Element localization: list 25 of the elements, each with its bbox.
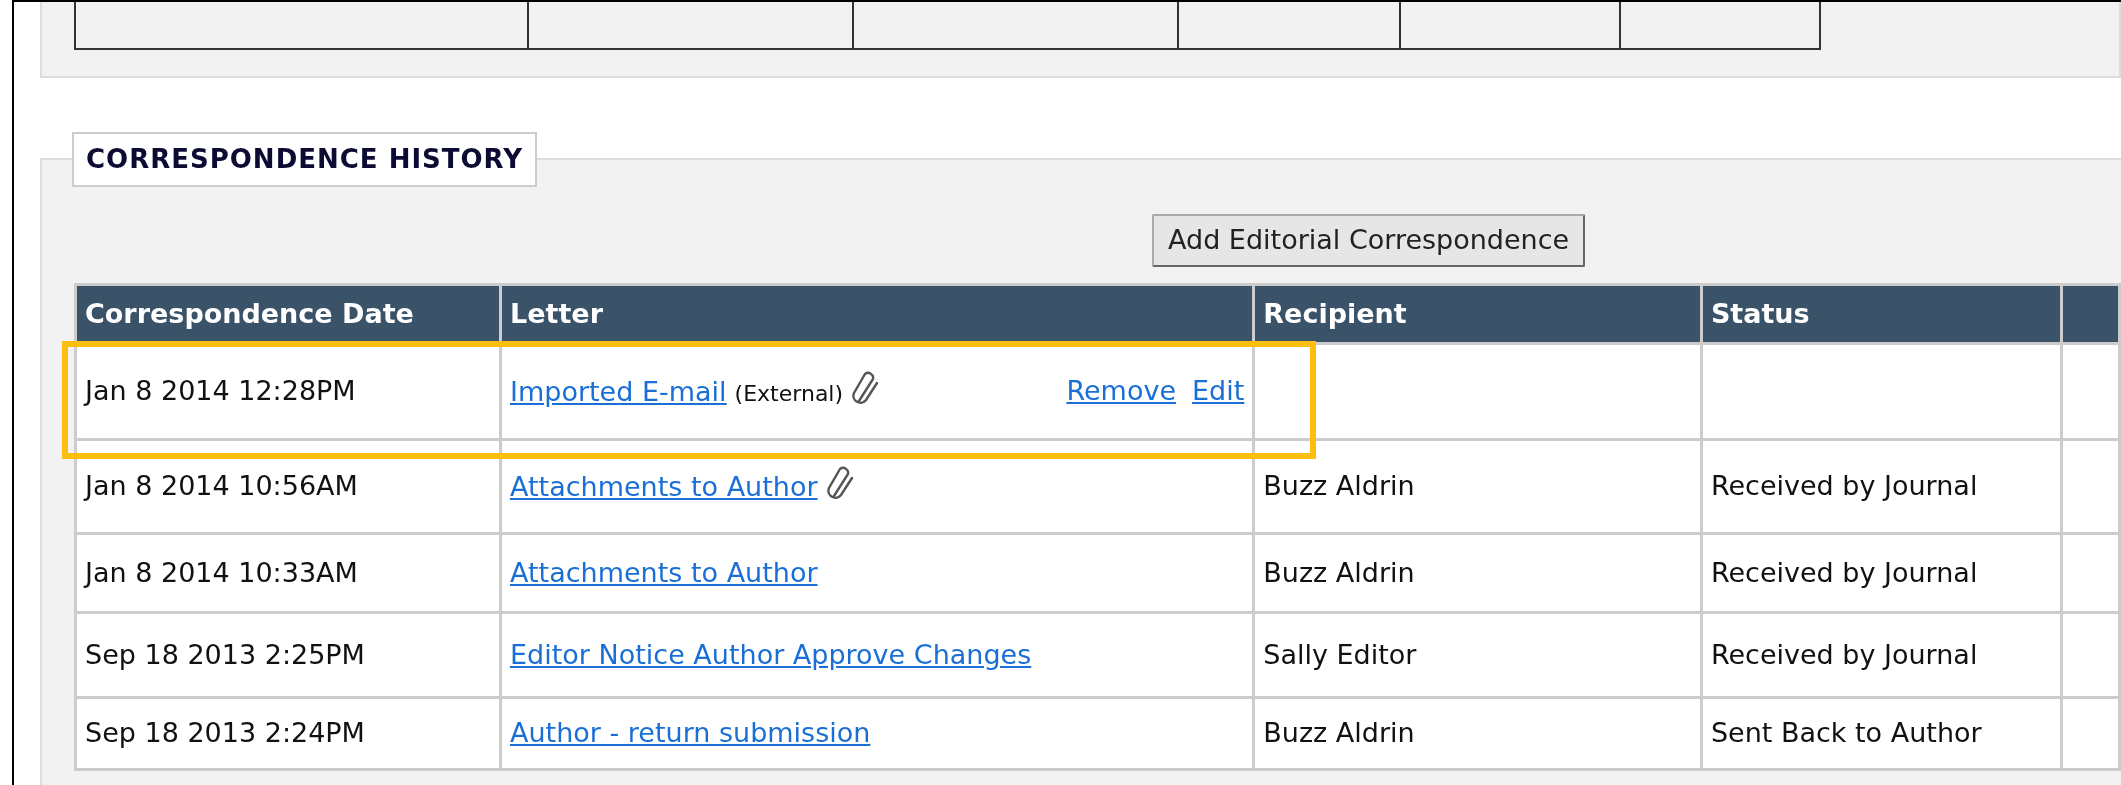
column-header: Letter	[510, 297, 603, 329]
table-cell: Jan 8 2014 12:28PM	[85, 375, 356, 407]
action-link[interactable]: Remove	[1066, 371, 1176, 412]
table-cell: Sep 18 2013 2:24PM	[85, 717, 365, 749]
table-cell: Received by Journal	[1710, 470, 1978, 502]
table-cell: Received by Journal	[1710, 638, 1978, 670]
add-correspondence-button[interactable]: Add Editorial Correspondence	[1152, 214, 1586, 267]
letter-link[interactable]: Attachments to Author	[510, 470, 818, 502]
column-header: Status	[1710, 297, 1810, 329]
letter-link[interactable]: Attachments to Author	[510, 556, 818, 588]
source-note: (External)	[734, 380, 844, 406]
table-cell: Jan 8 2014 10:56AM	[85, 470, 358, 502]
table-cell: Received by Journal	[1710, 556, 1978, 588]
table-cell: Sep 18 2013 2:25PM	[85, 638, 365, 670]
column-header: Correspondence Date	[85, 297, 414, 329]
table-cell: Buzz Aldrin	[1263, 717, 1415, 749]
table-cell: Buzz Aldrin	[1263, 556, 1415, 588]
table-cell: Buzz Aldrin	[1263, 470, 1415, 502]
letter-link[interactable]: Imported E-mail	[510, 375, 727, 407]
table-cell: Sent Back to Author	[1710, 717, 1982, 749]
action-link[interactable]: Edit	[1192, 371, 1245, 412]
table-cell: Sally Editor	[1263, 638, 1417, 670]
table-cell: Jan 8 2014 10:33AM	[85, 556, 358, 588]
column-header: Recipient	[1263, 297, 1407, 329]
section-title: CORRESPONDENCE HISTORY	[72, 132, 538, 187]
